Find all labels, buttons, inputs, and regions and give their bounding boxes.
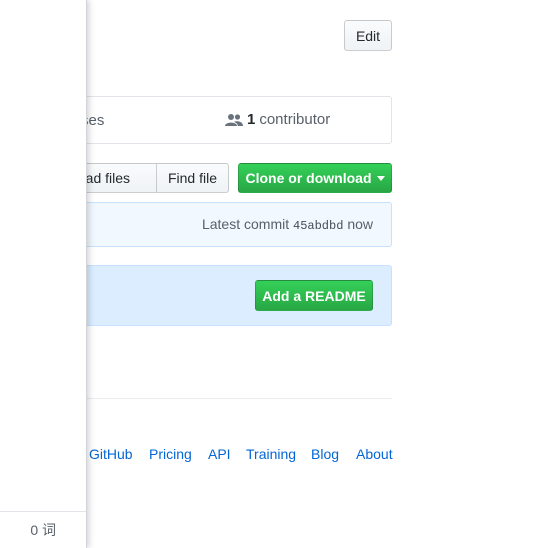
side-panel: 0 词 (0, 0, 87, 548)
add-readme-label: Add a README (262, 287, 366, 304)
footer-link-github[interactable]: GitHub (89, 446, 133, 462)
find-file-button[interactable]: Find file (156, 163, 229, 193)
add-readme-button[interactable]: Add a README (255, 280, 373, 311)
edit-button-label: Edit (355, 27, 381, 44)
footer-divider (40, 398, 392, 399)
clone-label: Clone or download (245, 170, 372, 186)
latest-commit-info: Latest commit 45abdbd now (202, 216, 373, 233)
contributor-label: contributor (259, 111, 331, 128)
word-count: 0 词 (30, 522, 56, 538)
edit-button[interactable]: Edit (344, 20, 392, 51)
footer-link-blog[interactable]: Blog (311, 446, 339, 462)
commit-prefix: Latest commit (201, 216, 290, 232)
contributors-link[interactable]: 1 contributor (225, 111, 330, 128)
footer-link-api[interactable]: API (208, 446, 231, 462)
people-icon (225, 113, 243, 126)
side-panel-footer: 0 词 (0, 511, 86, 548)
footer-link-about[interactable]: About (356, 446, 393, 462)
commit-sha-link[interactable]: 45abdbd (293, 219, 343, 233)
commit-time: now (347, 216, 373, 232)
caret-down-icon (376, 175, 385, 181)
footer-link-training[interactable]: Training (246, 446, 296, 462)
find-file-label: Find file (167, 170, 218, 186)
clone-or-download-button[interactable]: Clone or download (238, 163, 392, 193)
latest-commit-bar: Latest commit 45abdbd now (40, 202, 392, 247)
contributor-count: 1 (247, 111, 256, 128)
footer-link-pricing[interactable]: Pricing (149, 446, 192, 462)
